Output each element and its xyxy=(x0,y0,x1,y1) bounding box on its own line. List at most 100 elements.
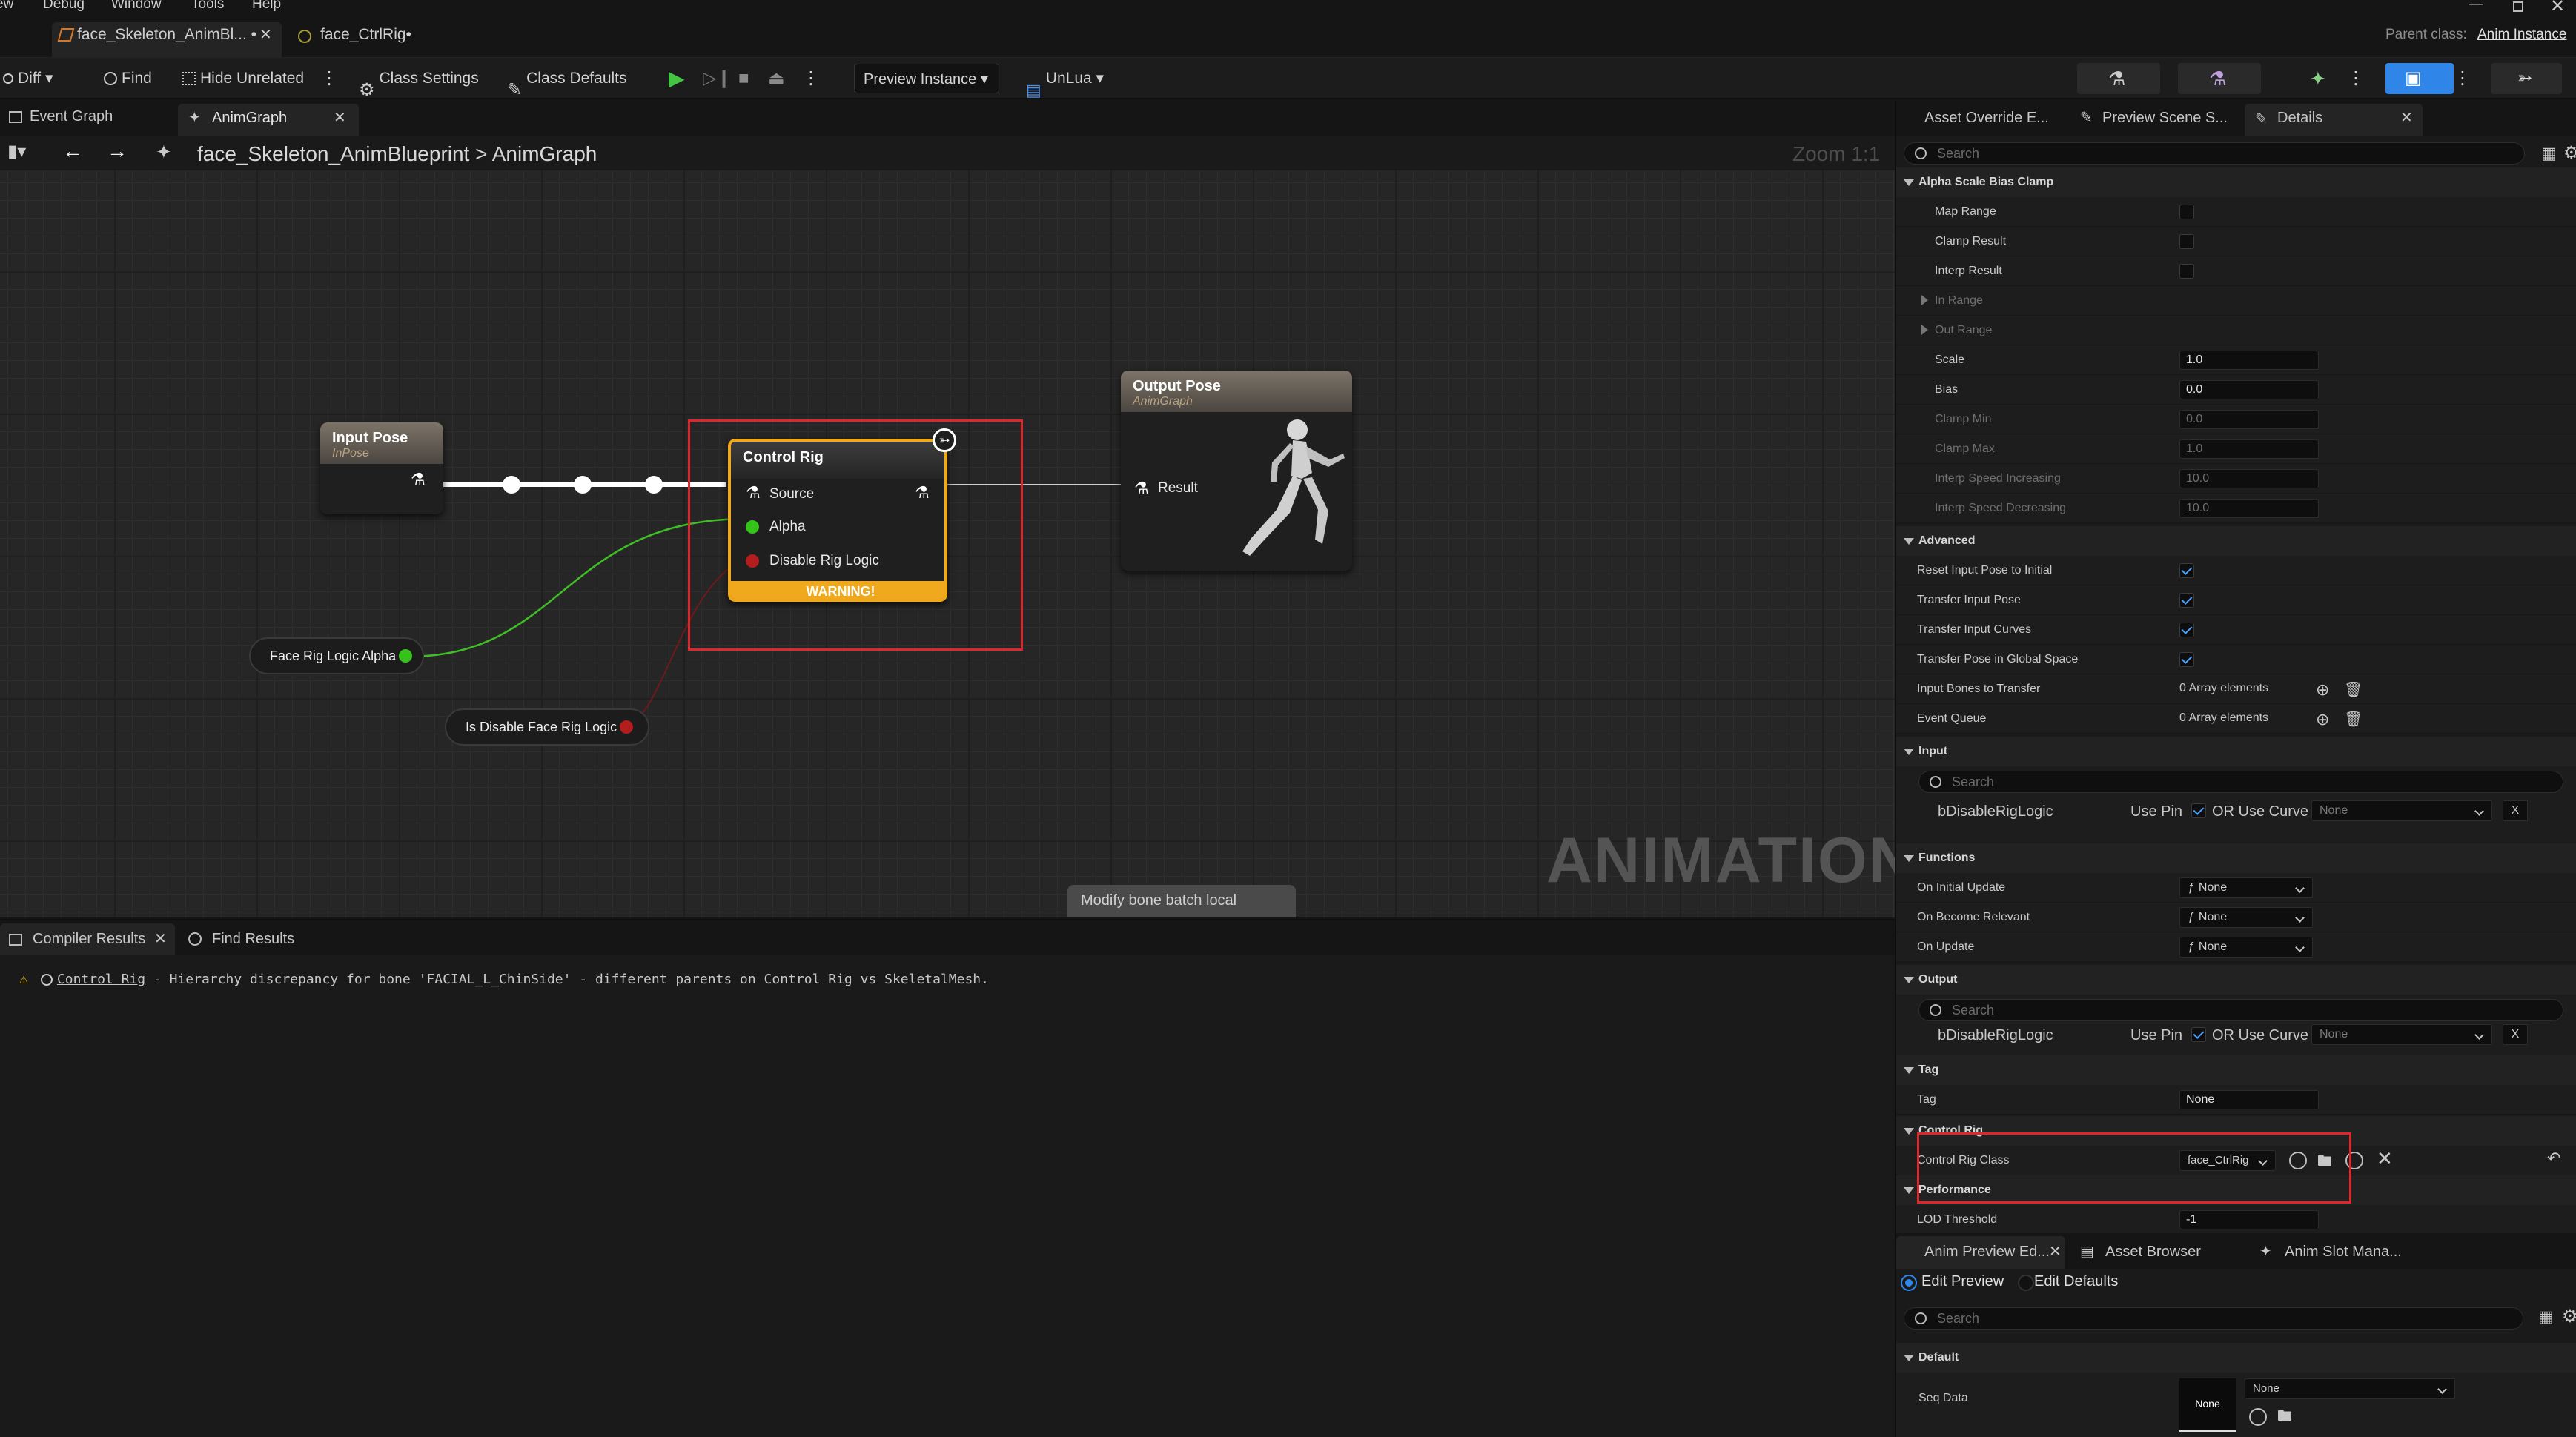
trash-icon[interactable]: 🗑 xyxy=(2344,680,2363,699)
breadcrumb-graph[interactable]: AnimGraph xyxy=(492,142,597,165)
grid-view-icon[interactable]: ▦ xyxy=(2538,1307,2554,1327)
category-default[interactable]: Default xyxy=(1896,1343,2576,1373)
interp-dec-input[interactable]: 10.0 xyxy=(2179,499,2319,518)
class-settings-button[interactable]: ⚙Class Settings xyxy=(359,58,479,100)
category-output[interactable]: Output xyxy=(1896,965,2576,995)
transfer-pose-checkbox[interactable] xyxy=(2179,593,2194,608)
class-defaults-button[interactable]: ✎Class Defaults xyxy=(507,58,627,100)
restore-icon[interactable] xyxy=(2513,1,2523,12)
skeleton-mode-button[interactable]: ⚗ xyxy=(2077,63,2160,94)
gear-icon[interactable]: ⚙ xyxy=(2563,142,2576,164)
tab-event-graph[interactable]: Event Graph xyxy=(9,108,113,125)
transfer-curves-checkbox[interactable] xyxy=(2179,623,2194,637)
clear-curve-button[interactable]: X xyxy=(2503,800,2528,821)
tab-anim-graph[interactable]: ✦ AnimGraph ✕ xyxy=(178,104,359,136)
reset-to-default-icon[interactable]: ↶ xyxy=(2547,1149,2560,1168)
on-initial-update-dropdown[interactable]: ƒ None xyxy=(2179,877,2313,898)
eject-icon[interactable]: ⏏ xyxy=(768,58,785,99)
tab-preview-scene[interactable]: Preview Scene S... xyxy=(2102,110,2228,127)
tab-ctrl-rig[interactable]: face_CtrlRig• xyxy=(295,22,458,58)
tab-compiler-results[interactable]: Compiler Results ✕ xyxy=(0,923,175,956)
edit-defaults-label[interactable]: Edit Defaults xyxy=(2034,1273,2118,1290)
use-pin-checkbox[interactable] xyxy=(2191,803,2206,818)
edit-preview-label[interactable]: Edit Preview xyxy=(1921,1273,2004,1290)
minimize-icon[interactable]: — xyxy=(2469,0,2483,13)
mode-more-icon[interactable]: ⋮ xyxy=(2454,58,2471,99)
face-rig-logic-alpha-node[interactable]: Face Rig Logic Alpha xyxy=(249,637,424,674)
close-tab-icon[interactable]: ✕ xyxy=(2049,1242,2062,1261)
edit-preview-radio[interactable] xyxy=(1901,1275,1917,1291)
category-input[interactable]: Input xyxy=(1896,737,2576,766)
category-alpha-scale-bias-clamp[interactable]: Alpha Scale Bias Clamp xyxy=(1896,167,2576,197)
lod-threshold-input[interactable]: -1 xyxy=(2179,1210,2319,1229)
on-become-relevant-dropdown[interactable]: ƒ None xyxy=(2179,907,2313,928)
clamp-result-checkbox[interactable] xyxy=(2179,234,2194,249)
menu-window[interactable]: Window xyxy=(111,0,162,13)
anim-graph-canvas[interactable]: Input Pose InPose ⚗ Control Rig ⚗ Source… xyxy=(0,170,1895,917)
interp-inc-input[interactable]: 10.0 xyxy=(2179,469,2319,488)
map-range-checkbox[interactable] xyxy=(2179,205,2194,219)
interp-result-checkbox[interactable] xyxy=(2179,264,2194,279)
grid-view-icon[interactable]: ▦ xyxy=(2541,144,2557,163)
close-tab-icon[interactable]: ✕ xyxy=(2400,108,2413,127)
add-element-icon[interactable]: ⊕ xyxy=(2316,680,2329,700)
asset-thumbnail[interactable]: None xyxy=(2179,1378,2236,1432)
forward-arrow-icon[interactable]: → xyxy=(107,139,128,163)
breadcrumb-asset[interactable]: face_Skeleton_AnimBlueprint xyxy=(197,142,469,165)
close-tab-icon[interactable]: ✕ xyxy=(334,108,346,127)
clear-curve-button[interactable]: X xyxy=(2503,1024,2528,1045)
find-button[interactable]: Find xyxy=(104,58,152,99)
preview-search-input[interactable]: Search xyxy=(1904,1307,2523,1330)
edit-defaults-radio[interactable] xyxy=(2018,1275,2034,1291)
close-window-icon[interactable]: ✕ xyxy=(2550,0,2565,17)
back-arrow-icon[interactable]: ← xyxy=(62,139,83,163)
pose-pin-icon[interactable]: ⚗ xyxy=(411,470,426,489)
on-update-dropdown[interactable]: ƒ None xyxy=(2179,937,2313,958)
row-in-range[interactable]: In Range xyxy=(1896,286,2576,316)
clamp-min-input[interactable]: 0.0 xyxy=(2179,410,2319,429)
bookmark-icon[interactable]: ▮▾ xyxy=(7,141,26,162)
category-functions[interactable]: Functions xyxy=(1896,843,2576,873)
preview-instance-dropdown[interactable]: Preview Instance ▾ xyxy=(854,64,999,93)
folder-icon[interactable]: 🖿 xyxy=(2277,1405,2292,1430)
curve-dropdown[interactable]: None xyxy=(2311,1024,2492,1045)
tab-asset-override[interactable]: Asset Override E... xyxy=(1924,110,2049,127)
input-search-input[interactable]: Search xyxy=(1918,771,2563,793)
input-pose-node[interactable]: Input Pose InPose ⚗ xyxy=(320,422,443,514)
expand-arrow-icon[interactable] xyxy=(1921,325,1928,335)
disable-output-pin-icon[interactable] xyxy=(620,720,633,734)
clear-icon[interactable]: ✕ xyxy=(2377,1147,2393,1170)
output-search-input[interactable]: Search xyxy=(1918,999,2563,1021)
parent-class-link[interactable]: Anim Instance xyxy=(2477,27,2566,43)
menu-view[interactable]: ew xyxy=(0,0,13,13)
clamp-max-input[interactable]: 1.0 xyxy=(2179,439,2319,459)
tab-anim-blueprint[interactable]: face_Skeleton_AnimBl... • ✕ xyxy=(52,22,282,58)
close-tab-icon[interactable]: ✕ xyxy=(154,929,167,948)
menu-tools[interactable]: Tools xyxy=(191,0,224,13)
more-options-icon[interactable]: ⋮ xyxy=(320,58,338,99)
tab-anim-slot[interactable]: Anim Slot Mana... xyxy=(2285,1244,2402,1261)
physics-mode-button[interactable]: ➳ xyxy=(2491,63,2562,94)
menu-help[interactable]: Help xyxy=(252,0,281,13)
tab-details[interactable]: ✎ Details ✕ xyxy=(2245,104,2423,136)
bias-input[interactable]: 0.0 xyxy=(2179,380,2319,399)
diff-button[interactable]: Diff ▾ xyxy=(3,58,53,99)
output-pose-node[interactable]: Output Pose AnimGraph ⚗ Result xyxy=(1121,371,1352,571)
transfer-global-checkbox[interactable] xyxy=(2179,652,2194,667)
row-out-range[interactable]: Out Range xyxy=(1896,316,2576,345)
gear-icon[interactable]: ⚙ xyxy=(2562,1306,2576,1327)
hide-unrelated-button[interactable]: Hide Unrelated xyxy=(182,58,304,99)
pose-pin-icon[interactable]: ⚗ xyxy=(1134,479,1149,498)
mode-options-icon[interactable]: ⋮ xyxy=(2347,58,2365,99)
modify-bone-node[interactable]: Modify bone batch local xyxy=(1067,885,1296,917)
use-pin-checkbox[interactable] xyxy=(2191,1027,2206,1042)
menu-debug[interactable]: Debug xyxy=(43,0,85,13)
is-disable-face-rig-logic-node[interactable]: Is Disable Face Rig Logic xyxy=(445,708,649,746)
reset-input-checkbox[interactable] xyxy=(2179,563,2194,578)
trash-icon[interactable]: 🗑 xyxy=(2344,710,2363,729)
close-tab-icon[interactable]: ✕ xyxy=(259,22,272,47)
tab-anim-preview[interactable]: Anim Preview Ed... ✕ xyxy=(1896,1236,2065,1269)
stop-icon[interactable]: ■ xyxy=(738,58,749,99)
category-advanced[interactable]: Advanced xyxy=(1896,526,2576,556)
expand-arrow-icon[interactable] xyxy=(1921,295,1928,305)
